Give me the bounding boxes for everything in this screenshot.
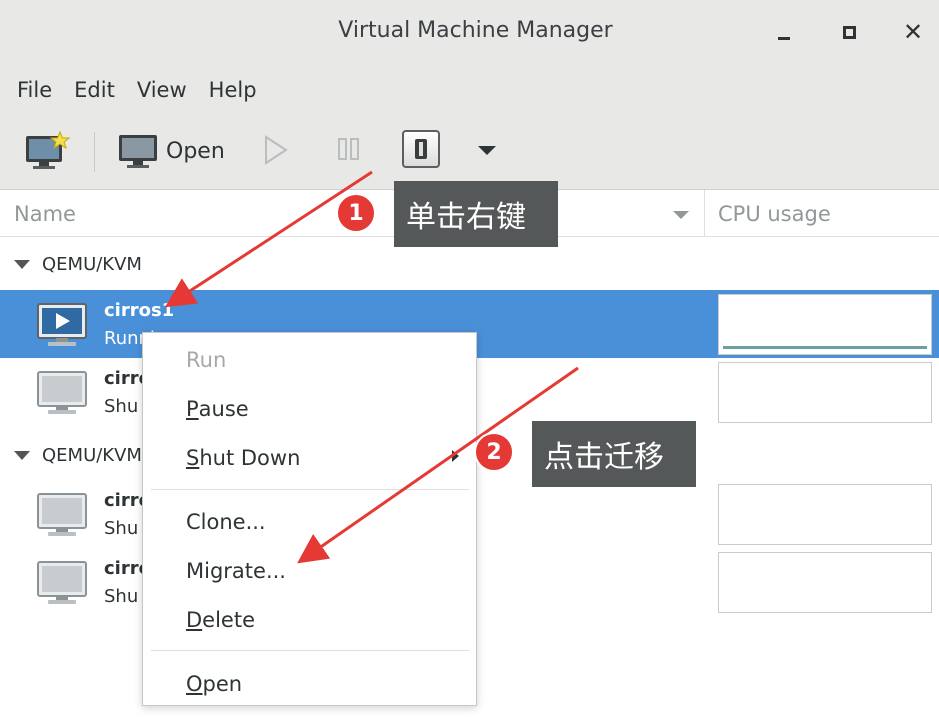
annotation-number: 1 bbox=[348, 200, 364, 226]
menu-item-label: Run bbox=[186, 348, 227, 372]
expander-icon[interactable] bbox=[14, 450, 30, 460]
column-cpu-usage[interactable]: CPU usage bbox=[718, 202, 831, 226]
menu-help[interactable]: Help bbox=[198, 74, 268, 106]
sort-arrow-icon[interactable] bbox=[671, 209, 691, 221]
menu-separator bbox=[151, 650, 469, 651]
cpu-usage-graph bbox=[718, 484, 932, 545]
cpu-usage-graph bbox=[718, 294, 932, 355]
menu-item-delete[interactable]: Delete bbox=[143, 597, 476, 643]
play-icon bbox=[265, 135, 288, 165]
menu-item-migrate[interactable]: Migrate... bbox=[143, 548, 476, 594]
menu-item-shut-down[interactable]: Shut Down bbox=[143, 435, 476, 481]
vm-status: Shu bbox=[104, 518, 139, 539]
menu-file[interactable]: File bbox=[6, 74, 63, 106]
connection-label: QEMU/KVM bbox=[42, 253, 142, 275]
menu-item-label: elete bbox=[202, 608, 255, 632]
annotation-text: 点击迁移 bbox=[544, 440, 664, 475]
stopped-vm-icon bbox=[37, 371, 87, 414]
stopped-vm-icon bbox=[37, 493, 87, 536]
toolbar-separator bbox=[94, 132, 95, 172]
menu-item-run[interactable]: Run bbox=[143, 337, 476, 383]
pause-icon bbox=[338, 138, 347, 160]
vm-name: cirros1 bbox=[104, 300, 175, 321]
menu-item-clone[interactable]: Clone... bbox=[143, 499, 476, 545]
expander-icon[interactable] bbox=[14, 259, 30, 269]
column-divider bbox=[704, 190, 705, 237]
annotation-badge-2: 2 bbox=[474, 432, 514, 472]
pause-button[interactable] bbox=[336, 136, 362, 166]
pause-icon-bar bbox=[350, 138, 359, 160]
cpu-usage-line bbox=[723, 346, 927, 349]
menu-view[interactable]: View bbox=[126, 74, 198, 106]
vm-status: Shu bbox=[104, 586, 139, 607]
menu-separator bbox=[151, 489, 469, 490]
menu-item-label: hut Down bbox=[199, 446, 301, 470]
cpu-usage-graph bbox=[718, 362, 932, 423]
title-bar: Virtual Machine Manager ✕ bbox=[0, 0, 939, 66]
run-button[interactable] bbox=[262, 134, 290, 170]
toolbar: Open bbox=[0, 114, 939, 190]
mnemonic: D bbox=[186, 608, 203, 632]
open-button[interactable]: Open bbox=[118, 130, 225, 172]
column-name[interactable]: Name bbox=[14, 202, 76, 226]
vm-status: Shu bbox=[104, 396, 139, 417]
menu-item-pause[interactable]: Pause bbox=[143, 386, 476, 432]
cpu-usage-graph bbox=[718, 552, 932, 613]
mnemonic: P bbox=[186, 397, 199, 421]
maximize-icon bbox=[842, 25, 856, 39]
menu-bar: File Edit View Help bbox=[0, 66, 939, 114]
monitor-icon bbox=[119, 135, 157, 168]
menu-item-label: Migrate... bbox=[186, 559, 286, 583]
annotation-badge-1: 1 bbox=[336, 193, 376, 233]
annotation-text: 单击右键 bbox=[406, 200, 526, 235]
stopped-vm-icon bbox=[37, 561, 87, 604]
menu-item-open[interactable]: Open bbox=[143, 661, 476, 707]
new-vm-button[interactable] bbox=[24, 130, 71, 172]
close-icon: ✕ bbox=[902, 18, 924, 46]
menu-item-label: ause bbox=[198, 397, 249, 421]
minimize-icon bbox=[778, 36, 790, 40]
minimize-button[interactable] bbox=[764, 14, 804, 50]
shutdown-button[interactable] bbox=[402, 130, 440, 168]
running-vm-icon bbox=[37, 303, 87, 346]
close-button[interactable]: ✕ bbox=[893, 14, 933, 50]
context-menu: Run Pause Shut Down Clone... Migrate... … bbox=[142, 332, 477, 706]
annotation-callout-2: 点击迁移 bbox=[532, 421, 696, 487]
mnemonic: S bbox=[186, 446, 200, 470]
submenu-arrow-icon bbox=[452, 450, 459, 462]
new-vm-icon bbox=[26, 130, 71, 169]
shutdown-icon bbox=[415, 139, 427, 159]
maximize-button[interactable] bbox=[829, 14, 869, 50]
menu-item-label: pen bbox=[202, 672, 243, 696]
mnemonic: O bbox=[186, 672, 203, 696]
open-button-label: Open bbox=[166, 138, 225, 164]
dropdown-icon[interactable] bbox=[478, 146, 496, 155]
annotation-number: 2 bbox=[486, 439, 502, 465]
menu-edit[interactable]: Edit bbox=[63, 74, 126, 106]
connection-label: QEMU/KVM bbox=[42, 444, 142, 466]
menu-item-label: Clone... bbox=[186, 510, 266, 534]
annotation-callout-1: 单击右键 bbox=[394, 181, 558, 247]
